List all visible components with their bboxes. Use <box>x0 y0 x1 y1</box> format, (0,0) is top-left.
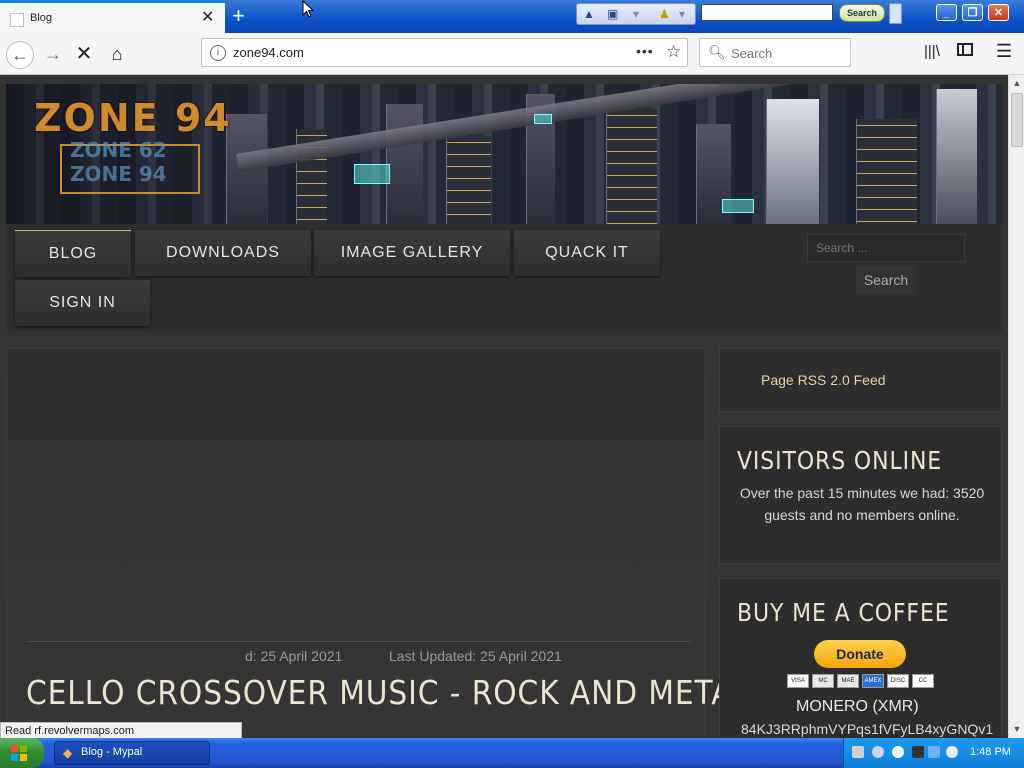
tab-blog[interactable]: Blog ✕ <box>0 1 225 33</box>
bookmark-star-icon[interactable]: ☆ <box>666 42 681 62</box>
visa-card-icon: VISA <box>787 674 809 688</box>
tray-shield-icon[interactable] <box>872 746 884 758</box>
banner-building <box>856 119 917 224</box>
printer-icon[interactable]: ▣ <box>607 7 618 21</box>
forward-arrow-icon[interactable]: → <box>40 41 66 67</box>
page-actions-icon[interactable]: ••• <box>636 43 654 59</box>
tray-clock-icon[interactable] <box>946 746 958 758</box>
windows-taskbar: ◆ Blog - Mypal 1:48 PM <box>0 738 1024 768</box>
system-tray: 1:48 PM <box>843 738 1024 768</box>
sidebar-toggle-icon[interactable] <box>957 43 973 56</box>
logo-subtitle: ZONE 62 <box>70 138 167 162</box>
banner-hud-panel <box>534 114 552 124</box>
mastercard-icon: MC <box>812 674 834 688</box>
tray-app-icon[interactable] <box>912 746 924 758</box>
tab-title: Blog <box>30 12 53 24</box>
article-title[interactable]: CELLO CROSSOVER MUSIC - ROCK AND METAL <box>26 673 750 712</box>
visitors-title: VISITORS ONLINE <box>737 446 943 475</box>
close-window-button[interactable]: ✕ <box>988 4 1009 21</box>
toolbar-search-button[interactable]: Search <box>839 4 885 22</box>
banner-building <box>446 136 491 224</box>
tray-network-icon[interactable] <box>852 746 864 758</box>
site-search-input[interactable]: Search ... <box>807 234 965 262</box>
addon-toolbar: ▲ ▣ ▾ ♟ ▾ <box>576 3 696 25</box>
scrollbar-thumb[interactable] <box>1011 93 1023 147</box>
monero-address[interactable]: 84KJ3RRphmVYPqs1fVFyLB4xyGNQv1 <box>741 721 993 737</box>
donate-button[interactable]: Donate <box>814 640 906 668</box>
back-arrow-icon[interactable]: ← <box>6 41 34 69</box>
monero-label: MONERO (XMR) <box>796 698 919 715</box>
site-logo[interactable]: ZONE 94 <box>34 96 232 140</box>
discover-card-icon: DISC <box>887 674 909 688</box>
maximize-button[interactable]: ❐ <box>962 4 983 21</box>
new-tab-button[interactable]: + <box>232 4 245 28</box>
toolbar-scroll-arrows[interactable] <box>889 3 902 24</box>
stop-icon[interactable]: ✕ <box>71 41 97 67</box>
site-banner: ZONE 94 ZONE 62 ZONE 94 <box>6 84 1003 224</box>
window-titlebar: Blog ✕ + ▲ ▣ ▾ ♟ ▾ Search _ ❐ ✕ <box>0 0 1024 33</box>
site-search-placeholder: Search ... <box>816 241 868 255</box>
browser-search-input[interactable]: 🔍︎ Search <box>699 38 851 67</box>
person-icon[interactable]: ♟ <box>659 7 670 21</box>
banner-building <box>606 109 657 224</box>
url-text[interactable]: zone94.com <box>233 45 304 60</box>
navigation-toolbar: ← → ✕ ⌂ i zone94.com ••• ☆ 🔍︎ Search |||… <box>0 33 1024 75</box>
article-updated-date: Last Updated: 25 April 2021 <box>389 648 562 664</box>
home-icon[interactable]: ⌂ <box>104 41 130 67</box>
site-info-icon[interactable]: i <box>210 45 226 61</box>
menu-item-blog[interactable]: BLOG <box>15 230 131 277</box>
windows-logo-icon <box>11 745 27 761</box>
coffee-module: BUY ME A COFFEE Donate VISA MC MAE AMEX … <box>719 578 1002 738</box>
mypal-icon: ◆ <box>63 746 73 760</box>
coffee-title: BUY ME A COFFEE <box>737 598 950 627</box>
addon-a-icon[interactable]: ▲ <box>583 7 595 21</box>
menu-item-downloads[interactable]: DOWNLOADS <box>135 230 311 276</box>
mouse-cursor-icon <box>302 0 315 18</box>
banner-building <box>766 99 819 224</box>
scroll-down-icon[interactable]: ▼ <box>1009 721 1024 737</box>
hamburger-menu-icon[interactable]: ☰ <box>996 41 1012 62</box>
start-button[interactable] <box>0 738 44 768</box>
minimize-button[interactable]: _ <box>936 4 957 21</box>
banner-building <box>386 104 423 224</box>
tab-close-icon[interactable]: ✕ <box>201 9 214 27</box>
library-icon[interactable]: |||\ <box>924 43 940 60</box>
main-menu: BLOG DOWNLOADS IMAGE GALLERY QUACK IT SI… <box>6 224 1003 332</box>
banner-hud-panel <box>354 164 390 184</box>
toolbar-search-input[interactable] <box>701 4 833 21</box>
taskbar-clock[interactable]: 1:48 PM <box>970 746 1011 758</box>
tray-volume-icon[interactable] <box>892 746 904 758</box>
taskbar-item-mypal[interactable]: ◆ Blog - Mypal <box>54 741 210 765</box>
visitors-module: VISITORS ONLINE Over the past 15 minutes… <box>719 426 1002 564</box>
site-search-button[interactable]: Search <box>856 266 916 294</box>
status-text: Read rf.revolvermaps.com <box>0 722 242 739</box>
banner-hud-panel <box>722 199 754 213</box>
banner-building <box>936 89 977 224</box>
article-container: CELLO CROSSOVER MUSIC - ROCK AND METAL <box>6 348 749 738</box>
article-created-date: d: 25 April 2021 <box>245 648 343 664</box>
search-placeholder: Search <box>731 46 773 61</box>
credit-card-icon: CC <box>912 674 934 688</box>
dropdown-arrow-icon[interactable]: ▾ <box>633 7 639 21</box>
logo-subtitle: ZONE 94 <box>70 162 167 186</box>
menu-item-image-gallery[interactable]: IMAGE GALLERY <box>314 230 510 276</box>
dropdown-arrow-icon[interactable]: ▾ <box>679 7 685 21</box>
search-icon: 🔍︎ <box>708 44 726 60</box>
address-bar[interactable]: i zone94.com ••• ☆ <box>201 38 688 67</box>
menu-item-quack-it[interactable]: QUACK IT <box>514 230 660 276</box>
page-viewport: ZONE 94 ZONE 62 ZONE 94 BLOG DOWNLOADS I… <box>0 75 1008 738</box>
scroll-up-icon[interactable]: ▲ <box>1009 75 1024 91</box>
taskbar-item-label: Blog - Mypal <box>81 746 143 758</box>
amex-card-icon: AMEX <box>862 674 884 688</box>
payment-cards: VISA MC MAE AMEX DISC CC <box>787 674 935 688</box>
maestro-card-icon: MAE <box>837 674 859 688</box>
divider <box>26 641 691 642</box>
rss-feed-link[interactable]: Page RSS 2.0 Feed <box>761 372 886 388</box>
menu-item-sign-in[interactable]: SIGN IN <box>15 280 150 326</box>
rss-module: Page RSS 2.0 Feed <box>719 348 1002 412</box>
page-favicon-icon <box>10 13 24 27</box>
tray-update-icon[interactable] <box>928 746 940 758</box>
page-scrollbar[interactable]: ▲ ▼ <box>1008 75 1024 738</box>
visitors-text: Over the past 15 minutes we had: 3520 gu… <box>739 485 985 523</box>
